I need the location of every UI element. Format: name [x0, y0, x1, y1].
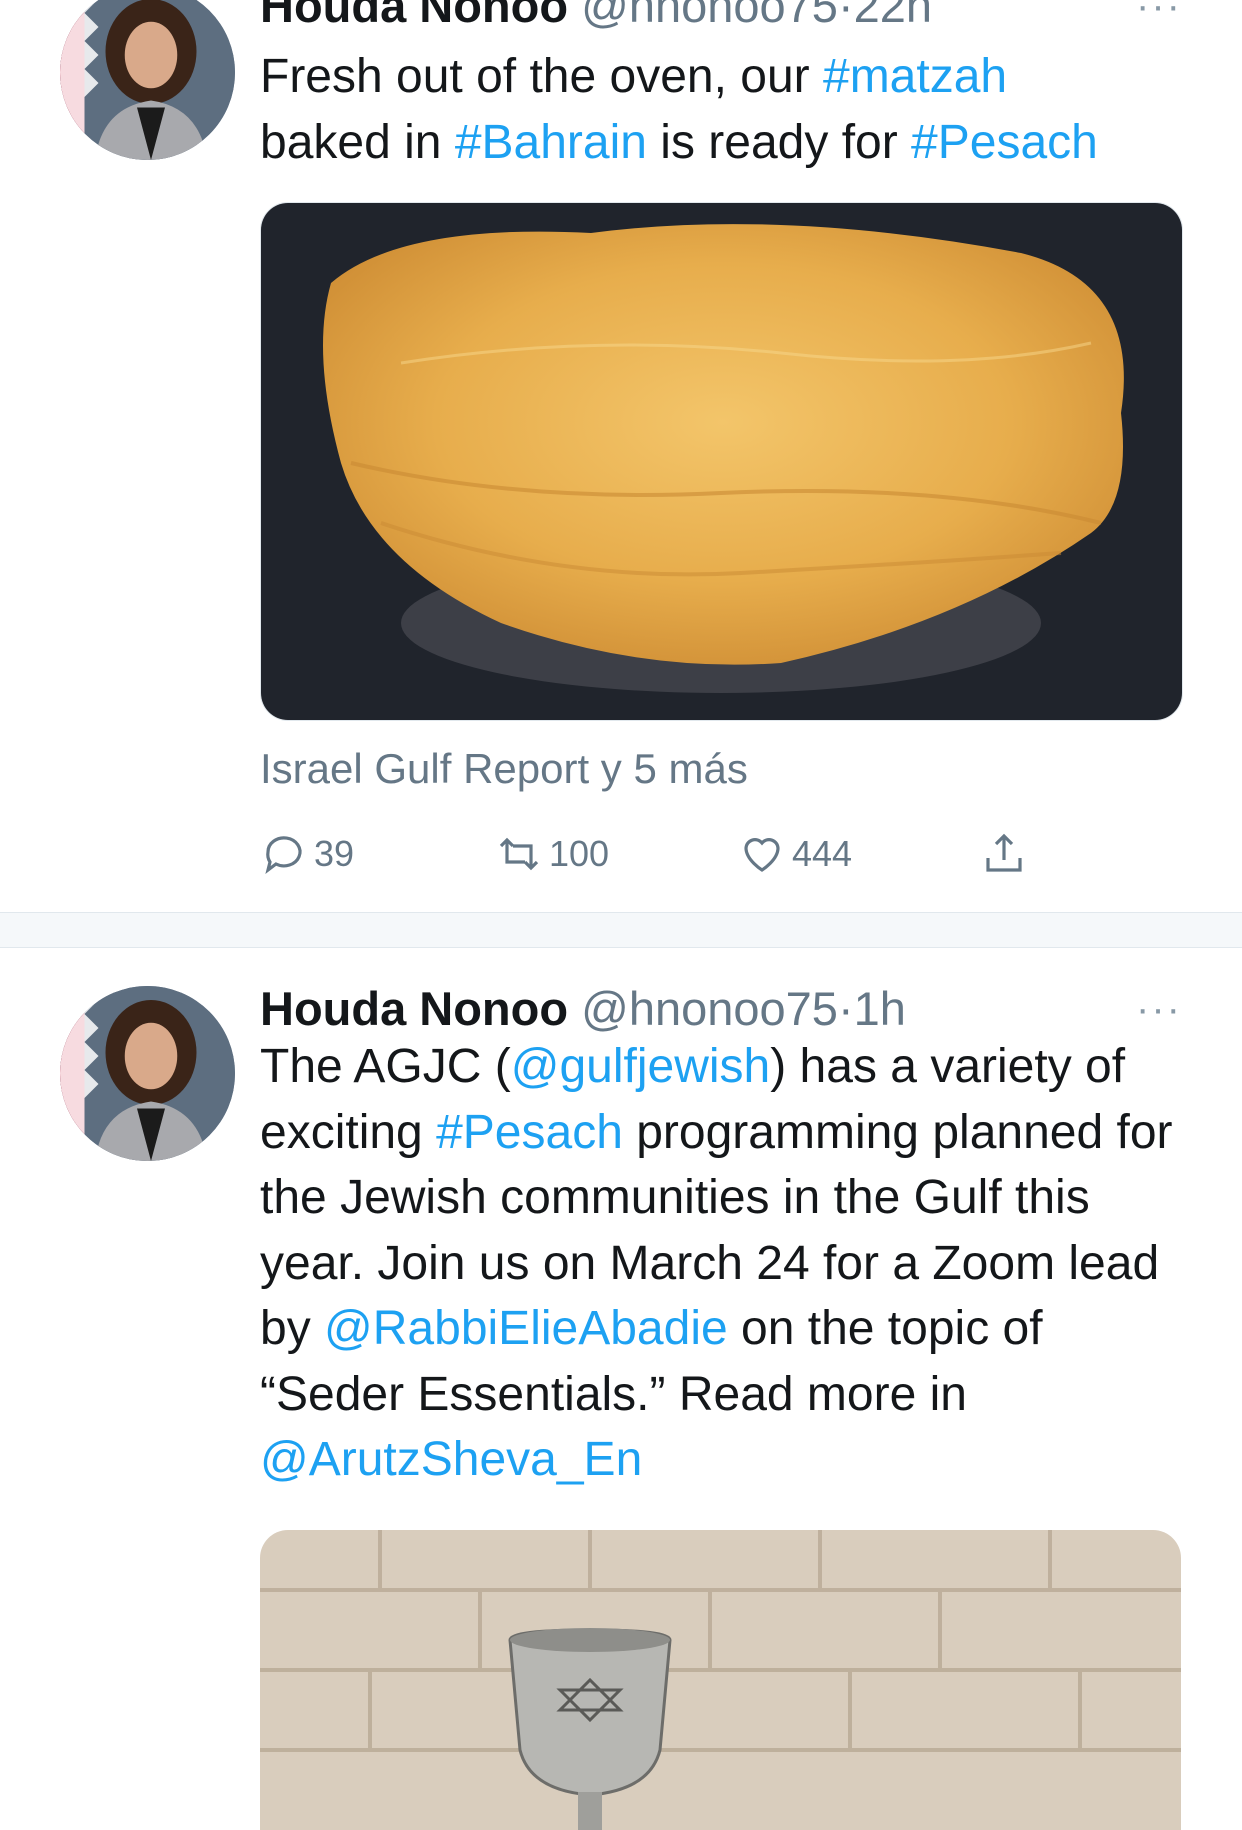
retweet-arrows-icon [499, 837, 539, 871]
tweet[interactable]: Houda Nonoo @hnonoo75·22h ··· Fresh out … [0, 0, 1242, 912]
like-count: 444 [792, 833, 853, 874]
like-button[interactable]: 444 [738, 830, 852, 878]
author-name[interactable]: Houda Nonoo [260, 0, 568, 32]
retweet-count: 100 [549, 833, 610, 874]
author-name[interactable]: Houda Nonoo [260, 982, 568, 1035]
reply-bubble-icon [265, 836, 302, 874]
text-segment: is ready for [646, 115, 912, 169]
reply-count: 39 [314, 833, 355, 874]
avatar[interactable] [60, 986, 235, 1161]
hashtag-link[interactable]: #Pesach [911, 116, 1098, 169]
share-button[interactable] [980, 830, 1034, 878]
mention-link[interactable]: @ArutzSheva_En [260, 1433, 642, 1486]
tweet-header: Houda Nonoo @hnonoo75·1h ··· [260, 981, 1182, 1037]
more-options-icon[interactable]: ··· [1136, 981, 1182, 1037]
tweet-image-matzah[interactable] [260, 202, 1183, 721]
tweet-text: Fresh out of the oven, our #matzah baked… [260, 44, 1190, 175]
mention-link[interactable]: @gulfjewish [511, 1040, 771, 1093]
tweet-header: Houda Nonoo @hnonoo75·22h ··· [260, 0, 1182, 34]
tweet-image-kiddush-cup[interactable] [260, 1530, 1181, 1830]
share-upload-icon [986, 833, 1022, 872]
more-options-icon[interactable]: ··· [1136, 0, 1182, 34]
hashtag-link[interactable]: #matzah [823, 50, 1007, 103]
hashtag-link[interactable]: #Bahrain [455, 116, 647, 169]
text-segment: The AGJC ( [260, 1040, 511, 1093]
hashtag-link[interactable]: #Pesach [436, 1106, 623, 1159]
author-handle[interactable]: @hnonoo75 [581, 0, 838, 32]
separator-dot: · [837, 982, 854, 1035]
separator-dot: · [837, 0, 854, 32]
tweet-separator [0, 912, 1242, 948]
social-context[interactable]: Israel Gulf Report y 5 más [260, 745, 748, 793]
timestamp[interactable]: 22h [854, 0, 932, 32]
tweet-text: The AGJC (@gulfjewish) has a variety of … [260, 1034, 1190, 1493]
retweet-button[interactable]: 100 [495, 830, 609, 878]
author-handle[interactable]: @hnonoo75 [581, 982, 838, 1035]
text-segment: Fresh out of the oven, our [260, 50, 823, 103]
reply-button[interactable]: 39 [260, 830, 354, 878]
tweet-actions: 39 100 444 [260, 830, 1060, 886]
mention-link[interactable]: @RabbiElieAbadie [324, 1302, 728, 1355]
text-segment: baked in [260, 115, 455, 169]
heart-icon [744, 838, 780, 872]
avatar[interactable] [60, 0, 235, 160]
timestamp[interactable]: 1h [854, 982, 906, 1035]
